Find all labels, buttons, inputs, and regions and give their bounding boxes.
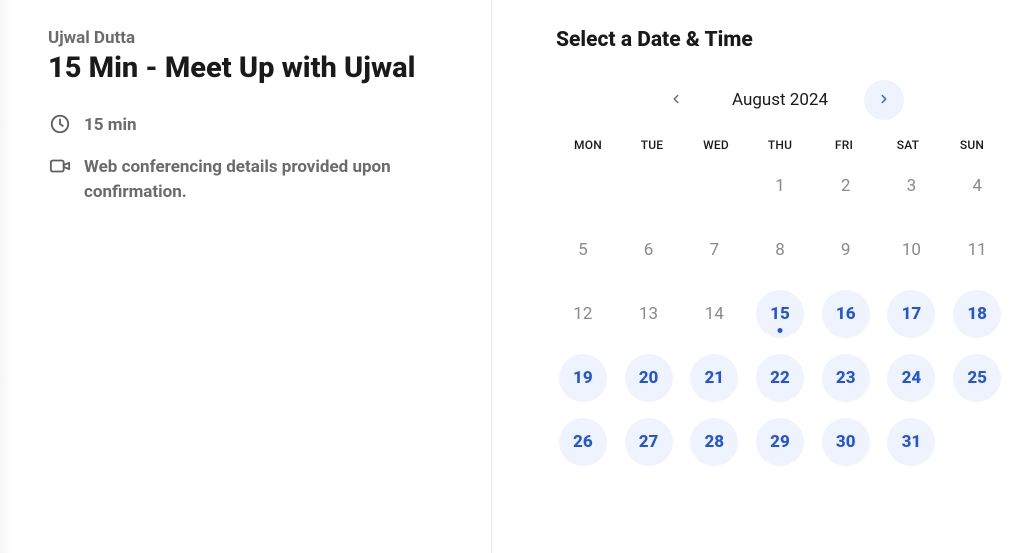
days-grid: 1234567891011121314151617181920212223242… <box>556 160 1004 468</box>
day-disabled: 2 <box>819 160 873 212</box>
clock-icon <box>48 112 72 136</box>
event-title: 15 Min - Meet Up with Ujwal <box>48 50 455 86</box>
day-available[interactable]: 30 <box>819 416 873 468</box>
weekday-header: MONTUEWEDTHUFRISATSUN <box>556 138 1004 152</box>
chevron-right-icon <box>877 92 891 109</box>
day-empty <box>556 160 610 212</box>
day-disabled: 4 <box>950 160 1004 212</box>
day-available[interactable]: 25 <box>950 352 1004 404</box>
panel-heading: Select a Date & Time <box>556 28 1004 52</box>
weekday-label: SAT <box>876 138 940 152</box>
day-disabled: 9 <box>819 224 873 276</box>
day-number: 18 <box>967 304 987 324</box>
day-disabled: 10 <box>885 224 939 276</box>
day-available[interactable]: 21 <box>687 352 741 404</box>
month-nav: August 2024 <box>556 80 1004 120</box>
day-disabled: 13 <box>622 288 676 340</box>
day-number: 6 <box>644 240 654 260</box>
host-name: Ujwal Dutta <box>48 28 455 48</box>
day-disabled: 6 <box>622 224 676 276</box>
day-available[interactable]: 15 <box>753 288 807 340</box>
day-number: 7 <box>710 240 720 260</box>
day-number: 5 <box>578 240 588 260</box>
day-available[interactable]: 18 <box>950 288 1004 340</box>
day-number: 31 <box>902 432 922 452</box>
day-available[interactable]: 22 <box>753 352 807 404</box>
day-available[interactable]: 23 <box>819 352 873 404</box>
day-available[interactable]: 26 <box>556 416 610 468</box>
day-number: 27 <box>639 432 659 452</box>
day-disabled: 7 <box>687 224 741 276</box>
weekday-label: THU <box>748 138 812 152</box>
location-row: Web conferencing details provided upon c… <box>48 154 455 204</box>
day-available[interactable]: 27 <box>622 416 676 468</box>
day-disabled: 8 <box>753 224 807 276</box>
day-number: 10 <box>902 240 921 260</box>
day-available[interactable]: 20 <box>622 352 676 404</box>
day-number: 12 <box>573 304 592 324</box>
day-empty <box>687 160 741 212</box>
duration-row: 15 min <box>48 112 455 138</box>
day-number: 17 <box>902 304 922 324</box>
day-number: 28 <box>704 432 724 452</box>
prev-month-button[interactable] <box>656 80 696 120</box>
day-number: 2 <box>841 176 851 196</box>
day-number: 26 <box>573 432 593 452</box>
day-number: 29 <box>770 432 790 452</box>
day-empty <box>622 160 676 212</box>
day-available[interactable]: 19 <box>556 352 610 404</box>
duration-text: 15 min <box>84 112 137 138</box>
day-number: 21 <box>704 368 724 388</box>
day-number: 9 <box>841 240 851 260</box>
day-number: 19 <box>573 368 593 388</box>
day-number: 20 <box>639 368 659 388</box>
day-number: 3 <box>907 176 917 196</box>
day-available[interactable]: 31 <box>885 416 939 468</box>
day-number: 16 <box>836 304 856 324</box>
day-disabled: 14 <box>687 288 741 340</box>
day-available[interactable]: 24 <box>885 352 939 404</box>
day-number: 22 <box>770 368 790 388</box>
day-number: 23 <box>836 368 856 388</box>
calendar-grid: MONTUEWEDTHUFRISATSUN 123456789101112131… <box>556 138 1004 468</box>
location-text: Web conferencing details provided upon c… <box>84 154 455 204</box>
day-disabled: 12 <box>556 288 610 340</box>
day-number: 14 <box>705 304 724 324</box>
next-month-button[interactable] <box>864 80 904 120</box>
weekday-label: WED <box>684 138 748 152</box>
weekday-label: FRI <box>812 138 876 152</box>
day-disabled: 1 <box>753 160 807 212</box>
day-number: 11 <box>968 240 987 260</box>
day-disabled: 5 <box>556 224 610 276</box>
booking-container: Ujwal Dutta 15 Min - Meet Up with Ujwal … <box>0 0 1024 553</box>
day-number: 8 <box>775 240 785 260</box>
day-number: 25 <box>967 368 987 388</box>
chevron-left-icon <box>669 92 683 109</box>
weekday-label: TUE <box>620 138 684 152</box>
event-details-panel: Ujwal Dutta 15 Min - Meet Up with Ujwal … <box>0 0 492 553</box>
day-available[interactable]: 17 <box>885 288 939 340</box>
today-indicator <box>777 328 782 333</box>
day-number: 24 <box>902 368 922 388</box>
month-label: August 2024 <box>732 90 828 110</box>
day-available[interactable]: 29 <box>753 416 807 468</box>
day-number: 13 <box>639 304 658 324</box>
weekday-label: SUN <box>940 138 1004 152</box>
day-number: 1 <box>775 176 785 196</box>
day-number: 30 <box>836 432 856 452</box>
day-number: 15 <box>770 304 790 324</box>
day-disabled: 3 <box>885 160 939 212</box>
day-disabled: 11 <box>950 224 1004 276</box>
day-number: 4 <box>972 176 982 196</box>
video-icon <box>48 154 72 178</box>
day-available[interactable]: 16 <box>819 288 873 340</box>
weekday-label: MON <box>556 138 620 152</box>
day-available[interactable]: 28 <box>687 416 741 468</box>
calendar-panel: Select a Date & Time August 2024 MONTUEW… <box>492 0 1024 553</box>
